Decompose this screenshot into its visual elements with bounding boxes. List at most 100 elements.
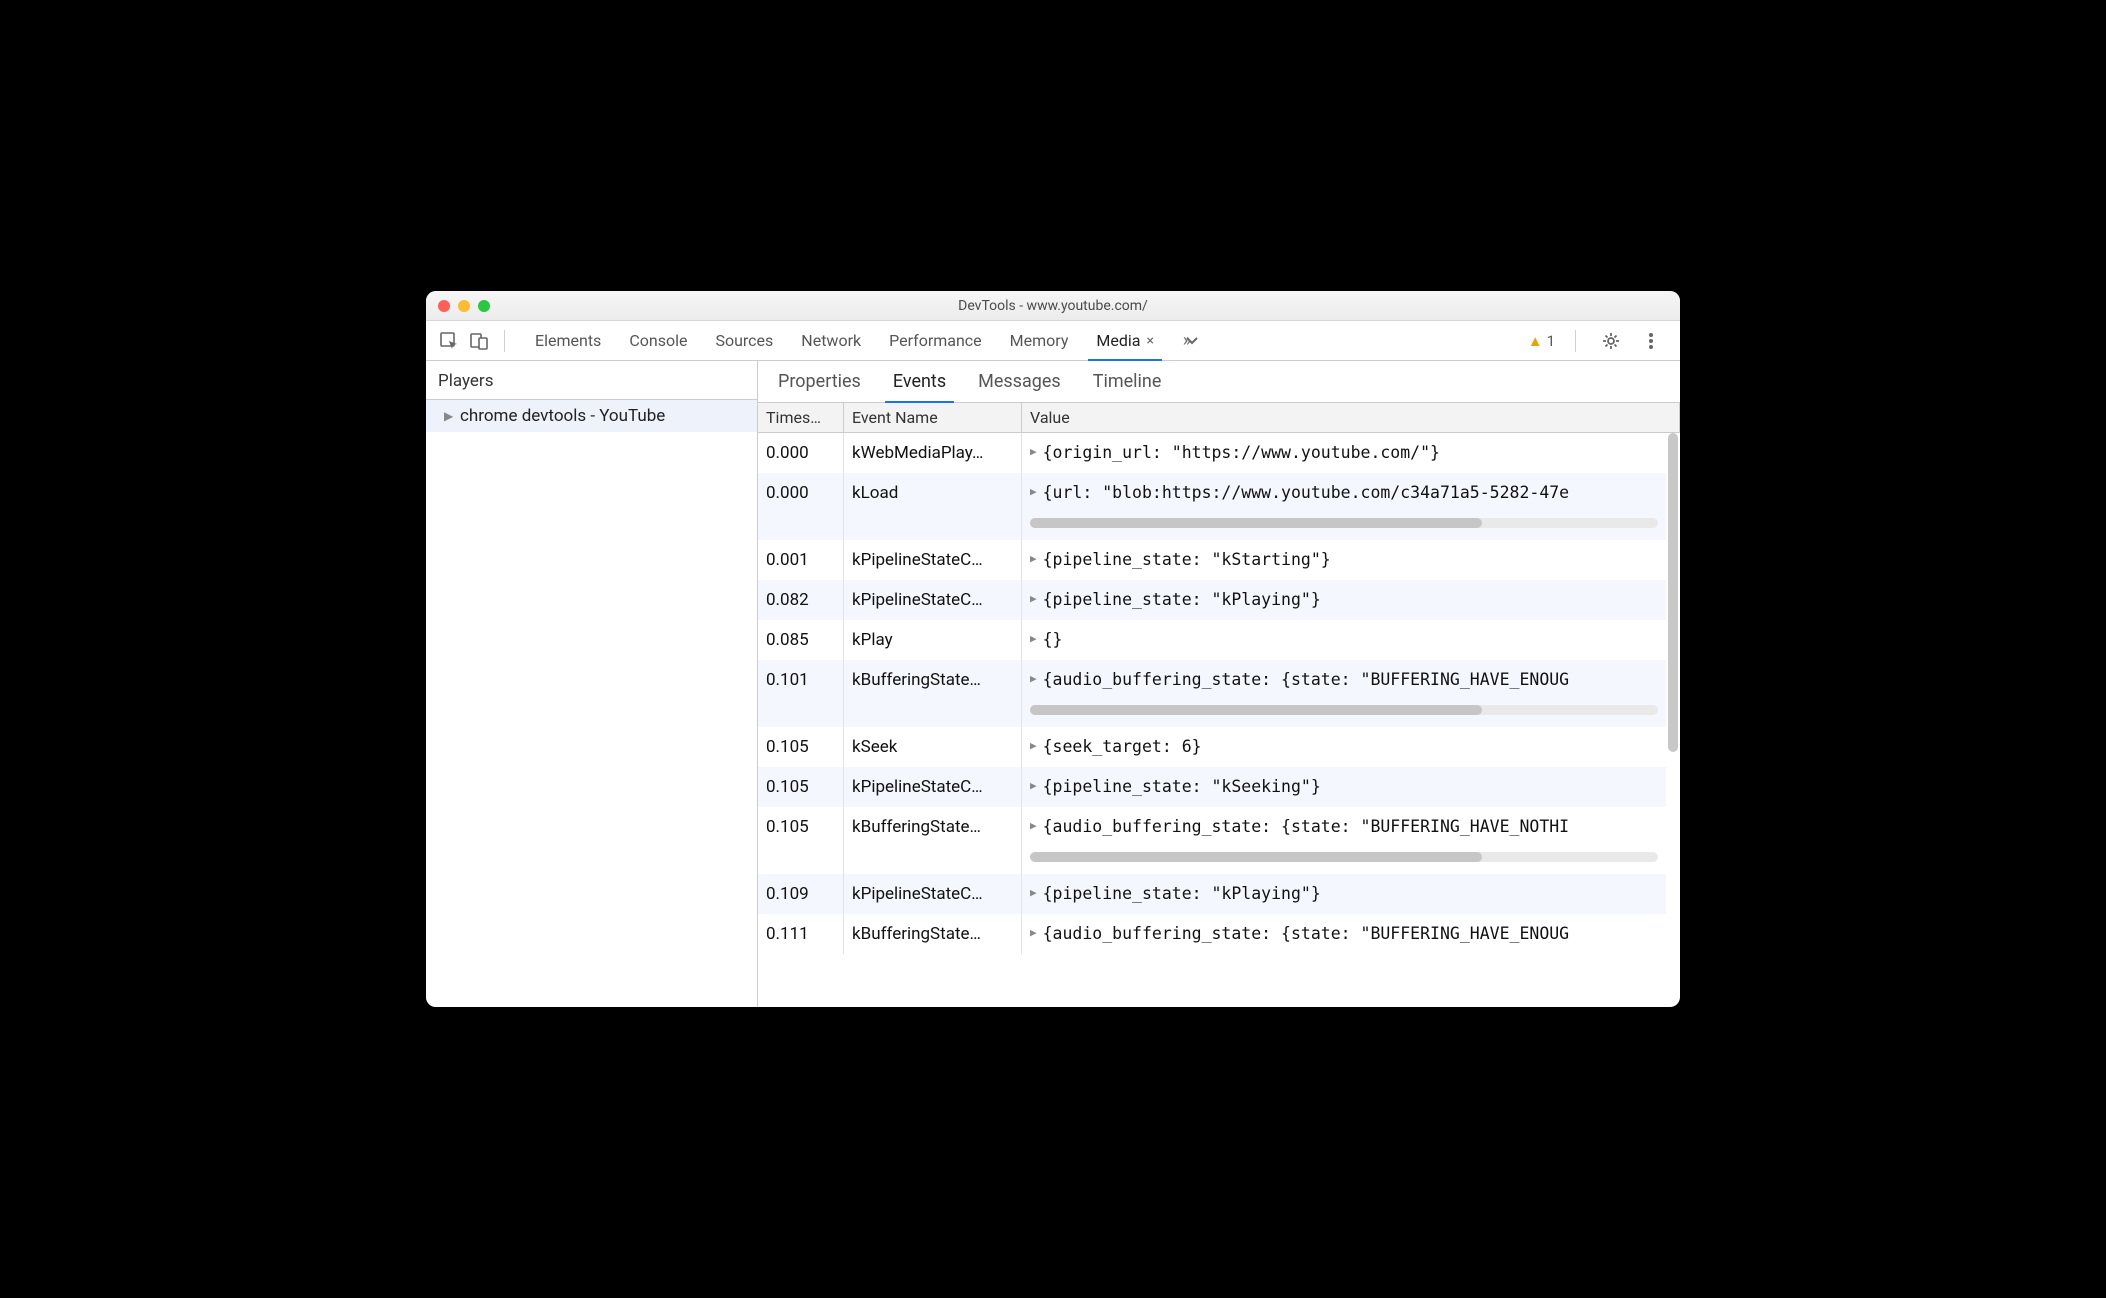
minimize-window-button[interactable] <box>458 300 470 312</box>
subtab-properties[interactable]: Properties <box>762 361 877 402</box>
main-panel: PropertiesEventsMessagesTimeline Times… … <box>758 361 1680 1007</box>
horizontal-scrollbar[interactable] <box>1030 852 1658 862</box>
panel-tab-performance[interactable]: Performance <box>875 321 996 360</box>
cell-timestamp: 0.082 <box>758 580 844 620</box>
warning-icon: ▲ <box>1528 332 1543 350</box>
cell-event-name: kPipelineStateC… <box>844 540 1022 580</box>
tab-label: Network <box>801 331 861 350</box>
cell-timestamp: 0.085 <box>758 620 844 660</box>
media-subtabs: Properties Events Messages Timeline <box>758 361 1680 403</box>
subtab-label: Properties <box>778 371 861 392</box>
expand-value-icon[interactable]: ▶ <box>1030 445 1037 458</box>
subtab-label: Events <box>893 371 946 392</box>
subtab-label: Messages <box>978 371 1061 392</box>
cell-timestamp: 0.105 <box>758 727 844 767</box>
expand-value-icon[interactable]: ▶ <box>1030 552 1037 565</box>
expand-value-icon[interactable]: ▶ <box>1030 739 1037 752</box>
tab-label: Sources <box>715 331 773 350</box>
cell-timestamp: 0.000 <box>758 433 844 473</box>
horizontal-scrollbar[interactable] <box>1030 518 1658 528</box>
cell-event-name: kSeek <box>844 727 1022 767</box>
player-item[interactable]: ▶chrome devtools - YouTube <box>426 400 757 432</box>
table-row[interactable]: 0.082kPipelineStateC… ▶ {pipeline_state: "… <box>758 580 1666 620</box>
player-label: chrome devtools - YouTube <box>460 406 665 426</box>
cell-event-name: kLoad <box>844 473 1022 540</box>
warnings-badge[interactable]: ▲ 1 <box>1528 332 1555 350</box>
panel-tab-sources[interactable]: Sources <box>701 321 787 360</box>
value-text: {pipeline_state: "kPlaying"} <box>1043 590 1321 609</box>
cell-timestamp: 0.001 <box>758 540 844 580</box>
cell-event-name: kWebMediaPlay… <box>844 433 1022 473</box>
cell-timestamp: 0.111 <box>758 914 844 954</box>
value-text: {audio_buffering_state: {state: "BUFFERI… <box>1043 924 1570 943</box>
table-row[interactable]: 0.105kSeek ▶ {seek_target: 6} <box>758 727 1666 767</box>
table-row[interactable]: 0.101kBufferingState…▶{audio_buffering_s… <box>758 660 1666 727</box>
subtab-messages[interactable]: Messages <box>962 361 1077 402</box>
zoom-window-button[interactable] <box>478 300 490 312</box>
vertical-scrollbar[interactable] <box>1668 433 1678 1003</box>
value-text: {origin_url: "https://www.youtube.com/"} <box>1043 443 1440 462</box>
panel-tab-media[interactable]: Media × <box>1082 321 1168 360</box>
panel-tabs: Elements Console Sources Network Performance… <box>521 321 1168 360</box>
settings-icon[interactable] <box>1596 326 1626 356</box>
tab-label: Elements <box>535 331 601 350</box>
cell-timestamp: 0.105 <box>758 767 844 807</box>
cell-event-name: kPipelineStateC… <box>844 580 1022 620</box>
tab-label: Media <box>1096 331 1140 350</box>
tab-label: Console <box>629 331 687 350</box>
tab-label: Memory <box>1010 331 1069 350</box>
expand-value-icon[interactable]: ▶ <box>1030 819 1037 832</box>
expand-value-icon[interactable]: ▶ <box>1030 632 1037 645</box>
table-row[interactable]: 0.105kBufferingState…▶{audio_buffering_s… <box>758 807 1666 874</box>
panel-tab-network[interactable]: Network <box>787 321 875 360</box>
value-text: {seek_target: 6} <box>1043 737 1202 756</box>
column-value[interactable]: Value <box>1022 403 1680 432</box>
table-row[interactable]: 0.001kPipelineStateC…▶{pipeline_state: "… <box>758 540 1666 580</box>
cell-value: ▶ {pipeline_state: "kPlaying"} <box>1022 580 1666 620</box>
table-row[interactable]: 0.105kPipelineStateC…▶{pipeline_state: "… <box>758 767 1666 807</box>
inspect-element-icon[interactable] <box>434 326 464 356</box>
tab-label: Performance <box>889 331 982 350</box>
device-mode-icon[interactable] <box>464 326 494 356</box>
subtab-events[interactable]: Events <box>877 361 962 402</box>
horizontal-scrollbar[interactable] <box>1030 705 1658 715</box>
panel-tab-elements[interactable]: Elements <box>521 321 615 360</box>
cell-timestamp: 0.109 <box>758 874 844 914</box>
players-sidebar: Players ▶chrome devtools - YouTube <box>426 361 758 1007</box>
window-title: DevTools - www.youtube.com/ <box>426 298 1680 314</box>
table-row[interactable]: 0.085kPlay▶{} <box>758 620 1666 660</box>
cell-event-name: kPipelineStateC… <box>844 767 1022 807</box>
cell-event-name: kBufferingState… <box>844 914 1022 954</box>
warning-count: 1 <box>1547 332 1555 350</box>
panel-tab-console[interactable]: Console <box>615 321 701 360</box>
more-options-icon[interactable] <box>1636 326 1666 356</box>
close-tab-icon[interactable]: × <box>1147 333 1154 349</box>
column-timestamp[interactable]: Times… <box>758 403 844 432</box>
expand-value-icon[interactable]: ▶ <box>1030 485 1037 498</box>
more-tabs-icon[interactable]: » <box>1172 326 1202 356</box>
table-row[interactable]: 0.109kPipelineStateC…▶{pipeline_state: "… <box>758 874 1666 914</box>
toolbar-separator <box>504 330 505 352</box>
titlebar: DevTools - www.youtube.com/ <box>426 291 1680 321</box>
subtab-timeline[interactable]: Timeline <box>1077 361 1178 402</box>
cell-timestamp: 0.000 <box>758 473 844 540</box>
cell-event-name: kPipelineStateC… <box>844 874 1022 914</box>
expand-value-icon[interactable]: ▶ <box>1030 926 1037 939</box>
value-text: {audio_buffering_state: {state: "BUFFERI… <box>1043 670 1570 689</box>
column-event[interactable]: Event Name <box>844 403 1022 432</box>
value-text: {audio_buffering_state: {state: "BUFFERI… <box>1043 817 1570 836</box>
close-window-button[interactable] <box>438 300 450 312</box>
expand-value-icon[interactable]: ▶ <box>1030 886 1037 899</box>
expand-value-icon[interactable]: ▶ <box>1030 779 1037 792</box>
expand-value-icon[interactable]: ▶ <box>1030 672 1037 685</box>
sidebar-header: Players <box>426 361 757 400</box>
cell-timestamp: 0.105 <box>758 807 844 874</box>
devtools-toolbar: Elements Console Sources Network Performance… <box>426 321 1680 361</box>
cell-value: ▶{} <box>1022 620 1666 660</box>
expand-value-icon[interactable]: ▶ <box>1030 592 1037 605</box>
table-row[interactable]: 0.000kLoad▶{url: "blob:https://www.youtu… <box>758 473 1666 540</box>
panel-tab-memory[interactable]: Memory <box>996 321 1083 360</box>
cell-value: ▶ {audio_buffering_state: {state: "BUFFER… <box>1022 660 1666 727</box>
table-row[interactable]: 0.000kWebMediaPlay… ▶ {origin_url: "https:… <box>758 433 1666 473</box>
table-row[interactable]: 0.111kBufferingState… ▶ {audio_buffering_s… <box>758 914 1666 954</box>
